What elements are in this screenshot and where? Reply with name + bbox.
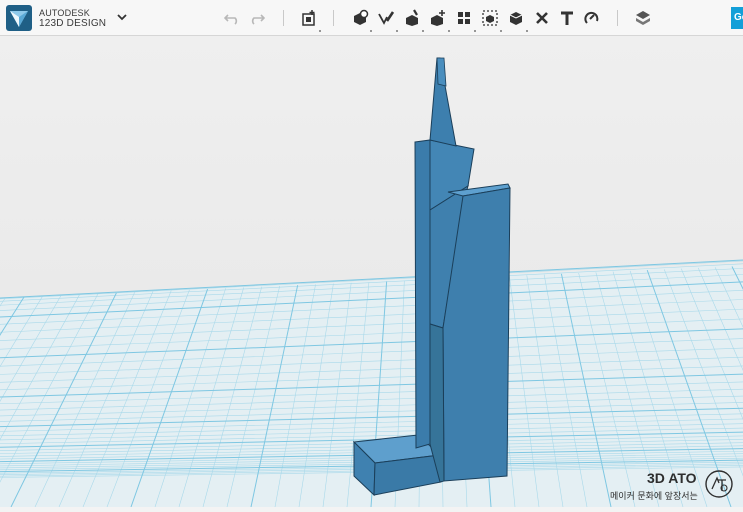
dropdown-indicator [319, 30, 321, 32]
toolbar-separator [617, 10, 618, 26]
snap-icon[interactable] [582, 8, 602, 28]
dropdown-indicator [422, 30, 424, 32]
3d-viewport[interactable] [0, 36, 743, 508]
dropdown-indicator [474, 30, 476, 32]
watermark-title: 3D ATO [647, 470, 697, 486]
watermark-logo [704, 469, 734, 499]
dropdown-indicator [396, 30, 398, 32]
app-logo[interactable] [6, 5, 32, 31]
sign-in-button[interactable]: Ge [731, 7, 743, 29]
toolbar-separator [333, 10, 334, 26]
transform-icon[interactable] [299, 8, 319, 28]
chevron-down-icon[interactable] [117, 12, 127, 24]
grouping-icon[interactable] [480, 8, 500, 28]
workspace-canvas[interactable] [0, 36, 743, 508]
pattern-icon[interactable] [454, 8, 474, 28]
dropdown-indicator [526, 30, 528, 32]
toolbar-separator [283, 10, 284, 26]
dropdown-indicator [370, 30, 372, 32]
materials-icon[interactable] [633, 8, 653, 28]
undo-icon[interactable] [222, 8, 242, 28]
text-icon[interactable] [557, 8, 577, 28]
sketch-icon[interactable] [376, 8, 396, 28]
main-toolbar: AUTODESK 123D DESIGN G [0, 0, 743, 36]
watermark-subtitle: 메이커 문화에 앞장서는 [610, 491, 698, 501]
modify-icon[interactable] [428, 8, 448, 28]
construct-icon[interactable] [402, 8, 422, 28]
primitives-icon[interactable] [350, 8, 370, 28]
brand-company: AUTODESK [39, 8, 90, 18]
delete-icon[interactable] [532, 8, 552, 28]
combine-icon[interactable] [506, 8, 526, 28]
dropdown-indicator [448, 30, 450, 32]
brand-product: 123D DESIGN [39, 18, 107, 29]
dropdown-indicator [500, 30, 502, 32]
redo-icon[interactable] [247, 8, 267, 28]
